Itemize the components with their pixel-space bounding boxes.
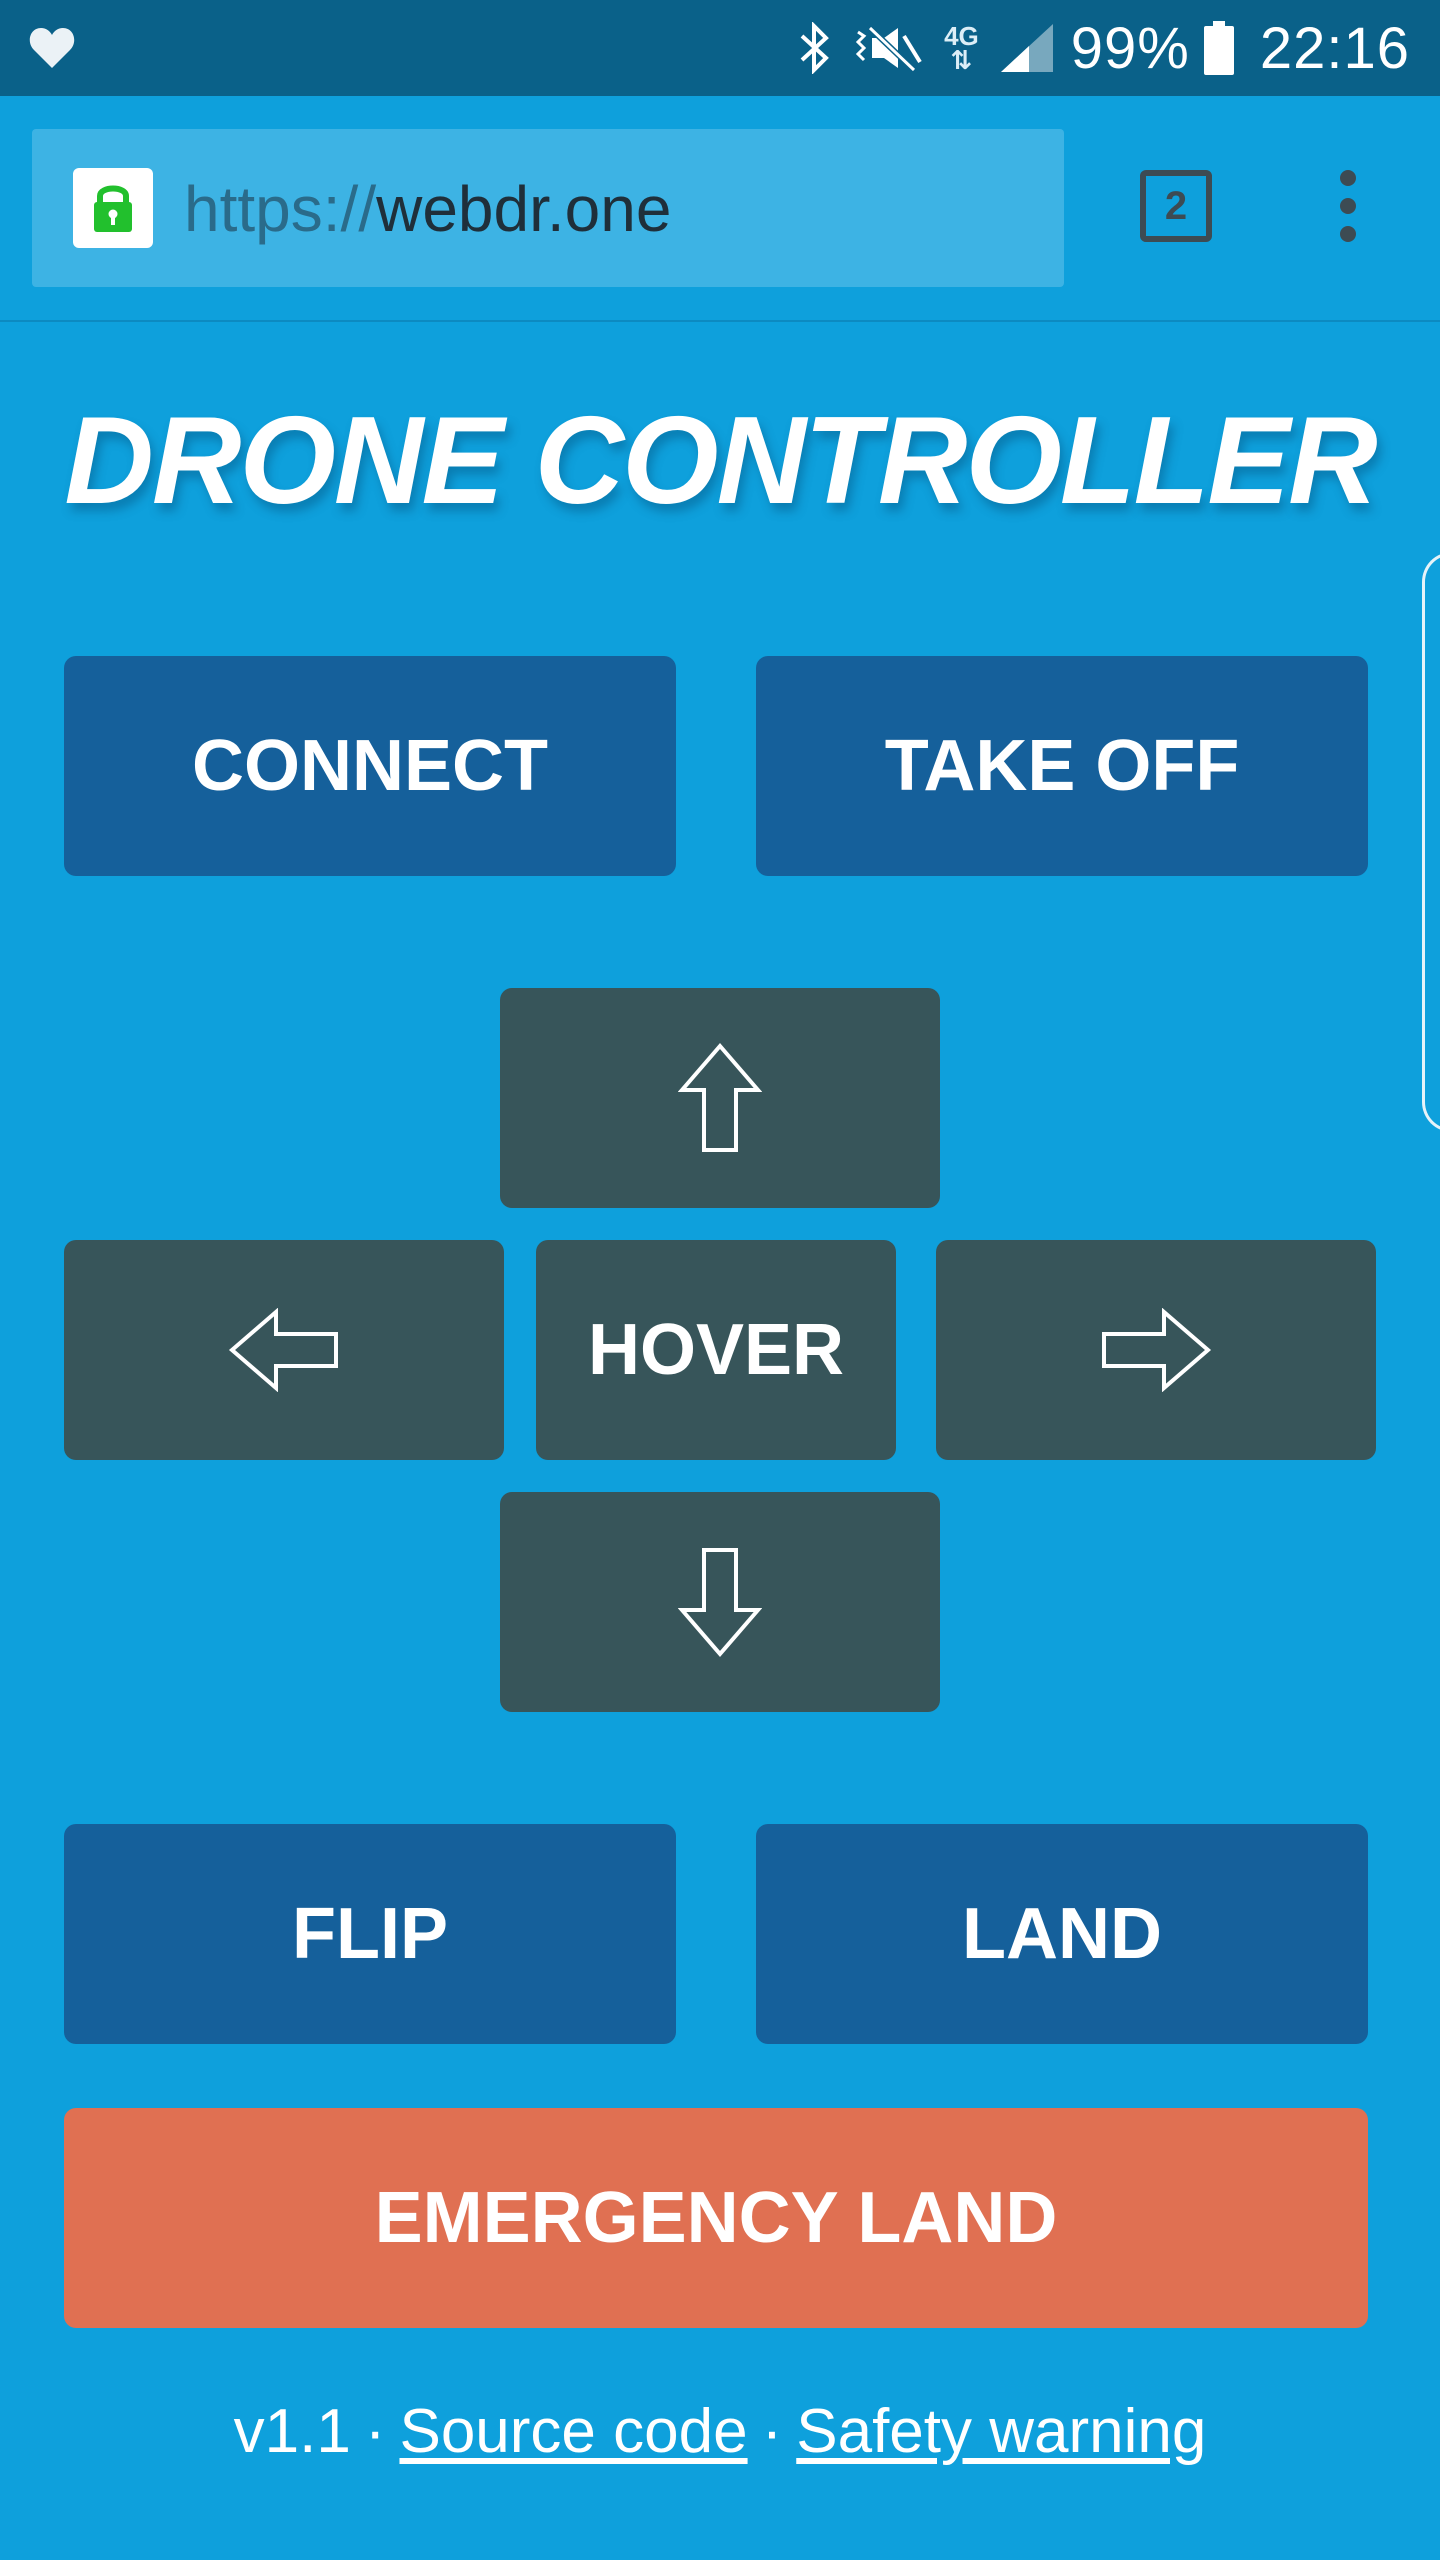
footer-separator: · (761, 2397, 783, 2466)
arrow-down-icon (678, 1548, 762, 1658)
lock-icon[interactable] (73, 168, 153, 248)
emergency-land-button[interactable]: EMERGENCY LAND (64, 2108, 1368, 2328)
battery-icon (1203, 21, 1234, 75)
browser-toolbar: https://webdr.one 2 (0, 96, 1440, 322)
take-off-button-label: TAKE OFF (884, 726, 1240, 806)
clock-time: 22:16 (1259, 15, 1410, 81)
move-up-button[interactable] (500, 988, 940, 1208)
signal-icon (1000, 24, 1053, 72)
footer-separator: · (364, 2397, 386, 2466)
land-button-label: LAND (962, 1894, 1162, 1974)
safety-warning-link[interactable]: Safety warning (796, 2397, 1206, 2466)
hover-button[interactable]: HOVER (536, 1240, 896, 1460)
arrow-left-icon (228, 1308, 338, 1392)
tabs-icon[interactable]: 2 (1140, 170, 1212, 242)
overflow-menu-icon[interactable] (1330, 170, 1366, 242)
take-off-button[interactable]: TAKE OFF (756, 656, 1368, 876)
move-left-button[interactable] (64, 1240, 504, 1460)
hover-button-label: HOVER (587, 1310, 845, 1390)
footer: v1.1 · Source code · Safety warning (0, 2396, 1440, 2467)
url-host: webdr.one (376, 173, 672, 245)
move-right-button[interactable] (936, 1240, 1376, 1460)
connect-button[interactable]: CONNECT (64, 656, 676, 876)
land-button[interactable]: LAND (756, 1824, 1368, 2044)
url-scheme: https:// (184, 173, 377, 245)
version-label: v1.1 (233, 2397, 351, 2466)
heart-icon (29, 28, 75, 68)
tab-count: 2 (1164, 184, 1188, 228)
network-type-label: 4G (944, 21, 979, 51)
url-text[interactable]: https://webdr.one (184, 169, 671, 249)
battery-percent: 99% (1070, 15, 1190, 81)
url-bar[interactable]: https://webdr.one (32, 129, 1064, 287)
status-bar: 4G ⇅ 99% 22:16 (0, 0, 1440, 96)
arrow-up-icon (678, 1042, 762, 1152)
flip-button[interactable]: FLIP (64, 1824, 676, 2044)
arrow-right-icon (1102, 1308, 1212, 1392)
bluetooth-icon (800, 22, 829, 74)
page-title: DRONE CONTROLLER (64, 392, 1377, 530)
edge-panel-handle[interactable] (1422, 552, 1440, 1132)
emergency-land-button-label: EMERGENCY LAND (374, 2178, 1058, 2258)
connect-button-label: CONNECT (192, 726, 548, 806)
source-code-link[interactable]: Source code (399, 2397, 747, 2466)
network-4g-icon: 4G ⇅ (944, 21, 979, 75)
flip-button-label: FLIP (292, 1894, 448, 1974)
vibrate-mute-icon (855, 25, 922, 73)
move-down-button[interactable] (500, 1492, 940, 1712)
